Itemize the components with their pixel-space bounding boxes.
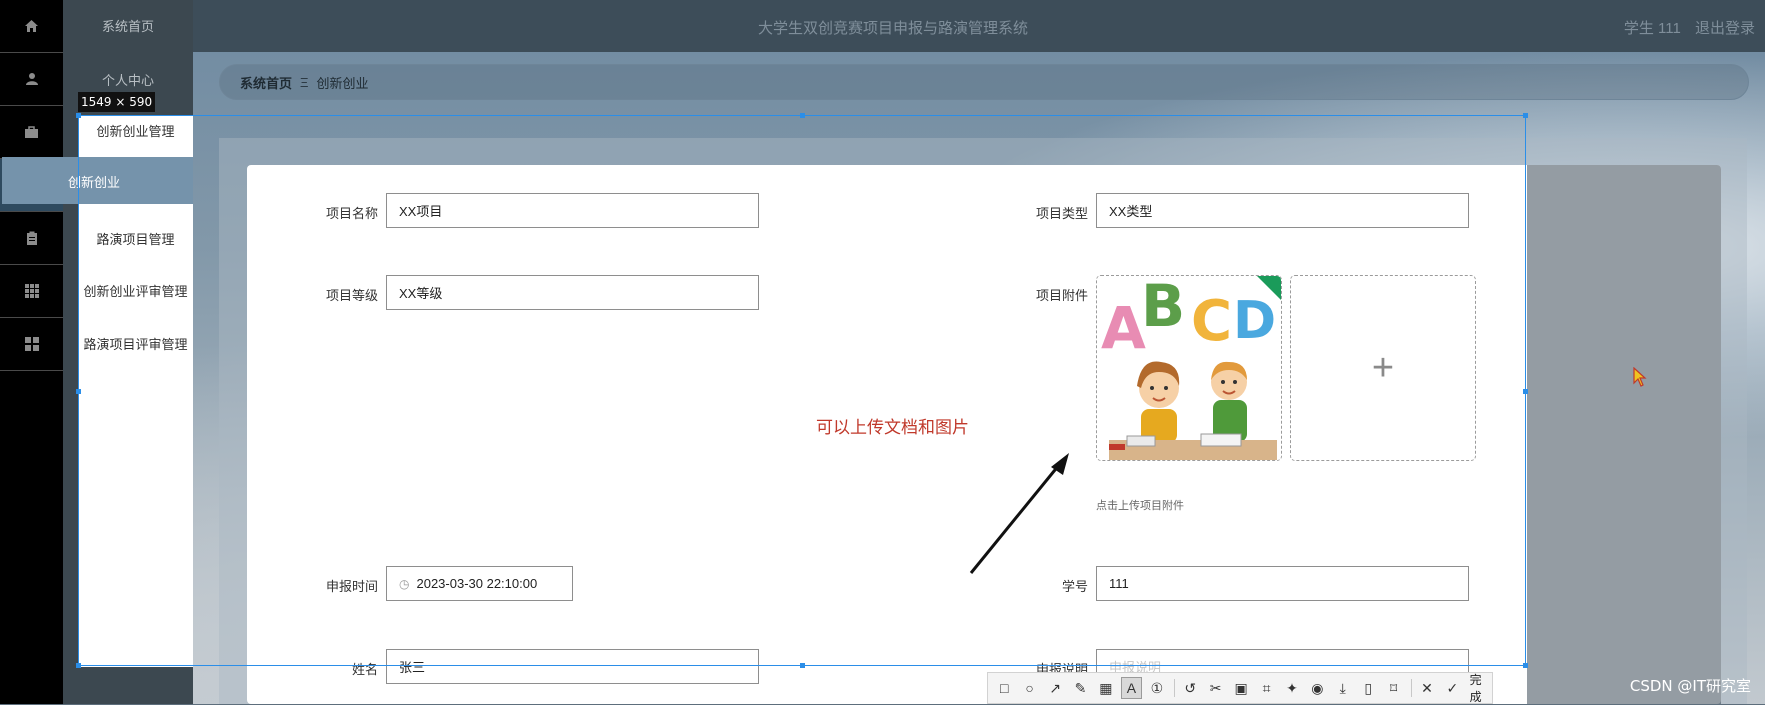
toolbar-divider-2 bbox=[1410, 679, 1412, 697]
rail-clipboard[interactable] bbox=[0, 212, 63, 265]
label-project-type: 项目类型 bbox=[1035, 206, 1088, 221]
label-project-name: 项目名称 bbox=[325, 206, 378, 221]
toolbar-divider bbox=[1174, 679, 1176, 697]
top-header: 大学生双创竞赛项目申报与路演管理系统 学生 111 退出登录 bbox=[193, 0, 1765, 52]
watermark: CSDN @IT研究室 bbox=[1629, 677, 1751, 695]
arrow-tool-icon[interactable]: ↗ bbox=[1045, 677, 1065, 699]
header-user-area: 学生 111 退出登录 bbox=[1614, 17, 1755, 38]
menu-item-innovation-active[interactable]: 创新创业 bbox=[2, 157, 193, 204]
record-icon[interactable]: ◉ bbox=[1307, 677, 1327, 699]
cut-icon[interactable]: ✂ bbox=[1205, 677, 1225, 699]
children-reading-illustration: A B C D bbox=[1097, 276, 1281, 460]
breadcrumb-current: 创新创业 bbox=[316, 75, 369, 91]
input-project-type-value: XX类型 bbox=[1109, 204, 1153, 219]
label-project-level: 项目等级 bbox=[325, 288, 378, 303]
download-icon[interactable]: ⤓ bbox=[1333, 677, 1353, 699]
input-project-name-value: XX项目 bbox=[399, 204, 443, 219]
label-submit-time: 申报时间 bbox=[325, 579, 378, 594]
menu-item-roadshow-review[interactable]: 路演项目评审管理 bbox=[78, 334, 193, 353]
pin-icon[interactable]: ✦ bbox=[1282, 677, 1302, 699]
menu-item-innovation-manage[interactable]: 创新创业管理 bbox=[78, 121, 193, 140]
input-name[interactable]: 张三 bbox=[386, 649, 759, 684]
annotation-text: 可以上传文档和图片 bbox=[816, 418, 969, 437]
menu-item-roadshow-manage[interactable]: 路演项目管理 bbox=[78, 229, 193, 248]
logout-link[interactable]: 退出登录 bbox=[1695, 20, 1755, 37]
card-dim-overlay bbox=[1527, 165, 1721, 704]
breadcrumb-separator: Ξ bbox=[300, 74, 309, 90]
plus-icon: + bbox=[1371, 346, 1395, 389]
input-submit-time-value: 2023-03-30 22:10:00 bbox=[416, 576, 538, 591]
icon-rail bbox=[0, 0, 63, 704]
rail-user[interactable] bbox=[0, 53, 63, 106]
menu-item-profile[interactable]: 个人中心 bbox=[63, 70, 193, 89]
screenshot-toolbar: □ ○ ↗ ✎ ▦ A ① ↺ ✂ ▣ ⌗ ✦ ◉ ⤓ ▯ ⌑ ✕ ✓ 完成 bbox=[987, 672, 1493, 704]
menu-item-innovation-label: 创新创业 bbox=[68, 175, 121, 190]
number-tool-icon[interactable]: ① bbox=[1147, 677, 1167, 699]
undo-icon[interactable]: ↺ bbox=[1180, 677, 1200, 699]
breadcrumb-home[interactable]: 系统首页 bbox=[240, 73, 292, 92]
label-student-id: 学号 bbox=[1061, 579, 1088, 594]
form-card: 项目名称 XX项目 项目类型 XX类型 项目等级 XX等级 项目附件 A B C… bbox=[247, 165, 1721, 704]
user-icon bbox=[25, 73, 38, 85]
svg-text:D: D bbox=[1233, 291, 1276, 351]
check-icon[interactable]: ✓ bbox=[1442, 677, 1462, 699]
svg-text:C: C bbox=[1191, 289, 1232, 354]
bookmark-icon[interactable]: ⌑ bbox=[1383, 677, 1403, 699]
menu-item-innovation-review[interactable]: 创新创业评审管理 bbox=[78, 281, 193, 300]
label-project-attachment: 项目附件 bbox=[1035, 288, 1088, 303]
clock-icon: ◷ bbox=[399, 576, 410, 591]
svg-text:A: A bbox=[1101, 294, 1146, 362]
input-project-type[interactable]: XX类型 bbox=[1096, 193, 1469, 228]
done-button[interactable]: 完成 bbox=[1470, 671, 1492, 705]
input-student-id[interactable]: 111 bbox=[1096, 566, 1469, 601]
upload-tip: 点击上传项目附件 bbox=[1096, 500, 1184, 512]
mouse-cursor-icon bbox=[1633, 367, 1647, 387]
label-name: 姓名 bbox=[351, 662, 378, 677]
translate-icon[interactable]: ⌗ bbox=[1256, 677, 1276, 699]
selection-size-badge: 1549 × 590 bbox=[78, 92, 156, 112]
pen-tool-icon[interactable]: ✎ bbox=[1070, 677, 1090, 699]
breadcrumb: 系统首页 Ξ 创新创业 bbox=[219, 64, 1749, 100]
app-title: 大学生双创竞赛项目申报与路演管理系统 bbox=[757, 20, 1028, 37]
ocr-icon[interactable]: ▣ bbox=[1231, 677, 1251, 699]
rail-briefcase[interactable] bbox=[0, 106, 63, 159]
briefcase-icon bbox=[25, 125, 38, 138]
close-icon[interactable]: ✕ bbox=[1417, 677, 1437, 699]
input-project-name[interactable]: XX项目 bbox=[386, 193, 759, 228]
upload-add-button[interactable]: + bbox=[1290, 275, 1476, 461]
input-name-value: 张三 bbox=[399, 660, 426, 675]
svg-text:B: B bbox=[1141, 276, 1185, 340]
rail-grid[interactable] bbox=[0, 265, 63, 318]
input-submit-time[interactable]: ◷ 2023-03-30 22:10:00 bbox=[386, 566, 573, 601]
home-icon bbox=[25, 20, 38, 32]
input-student-id-value: 111 bbox=[1109, 576, 1129, 591]
clipboard-icon bbox=[26, 231, 37, 245]
mosaic-tool-icon[interactable]: ▦ bbox=[1096, 677, 1116, 699]
text-tool-icon[interactable]: A bbox=[1121, 677, 1142, 699]
uploaded-image[interactable]: A B C D bbox=[1096, 275, 1282, 461]
menu-item-home[interactable]: 系统首页 bbox=[63, 16, 193, 35]
rectangle-tool-icon[interactable]: □ bbox=[994, 677, 1014, 699]
phone-icon[interactable]: ▯ bbox=[1358, 677, 1378, 699]
input-project-level[interactable]: XX等级 bbox=[386, 275, 759, 310]
apps-icon bbox=[24, 337, 39, 351]
input-project-level-value: XX等级 bbox=[399, 286, 443, 301]
ellipse-tool-icon[interactable]: ○ bbox=[1019, 677, 1039, 699]
current-user: 学生 111 bbox=[1623, 20, 1681, 37]
rail-apps[interactable] bbox=[0, 318, 63, 371]
grid-icon bbox=[24, 284, 39, 298]
annotation-arrow-icon bbox=[969, 453, 1069, 574]
rail-home[interactable] bbox=[0, 0, 63, 53]
